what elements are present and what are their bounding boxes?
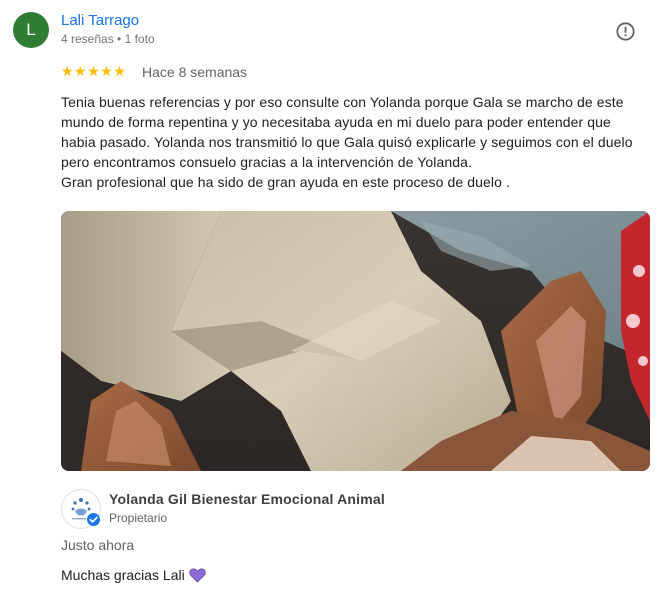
avatar-initial: L: [26, 20, 36, 39]
review-card: L Lali Tarrago 4 reseñas • 1 foto ★★★★★ …: [0, 0, 660, 601]
owner-name[interactable]: Yolanda Gil Bienestar Emocional Animal: [109, 491, 385, 507]
reviewer-meta: 4 reseñas • 1 foto: [61, 32, 155, 46]
star-rating: ★★★★★: [61, 63, 127, 79]
reply-text: Muchas gracias Lali: [61, 567, 185, 583]
review-paragraph: Gran profesional que ha sido de gran ayu…: [61, 174, 510, 190]
reviewer-avatar[interactable]: L: [13, 12, 49, 48]
dog-photo-image: [61, 211, 650, 471]
purple-heart-icon: [189, 568, 206, 583]
reply-text-row: Muchas gracias Lali: [61, 567, 206, 583]
review-paragraph: Tenia buenas referencias y por eso consu…: [61, 94, 633, 170]
review-text: Tenia buenas referencias y por eso consu…: [61, 92, 646, 192]
reply-time: Justo ahora: [61, 537, 135, 553]
review-time: Hace 8 semanas: [142, 64, 248, 80]
verified-badge-icon: [86, 512, 101, 527]
owner-role: Propietario: [109, 511, 168, 525]
report-icon[interactable]: [616, 22, 635, 41]
reviewer-name[interactable]: Lali Tarrago: [61, 12, 139, 29]
review-photo[interactable]: [61, 211, 650, 471]
